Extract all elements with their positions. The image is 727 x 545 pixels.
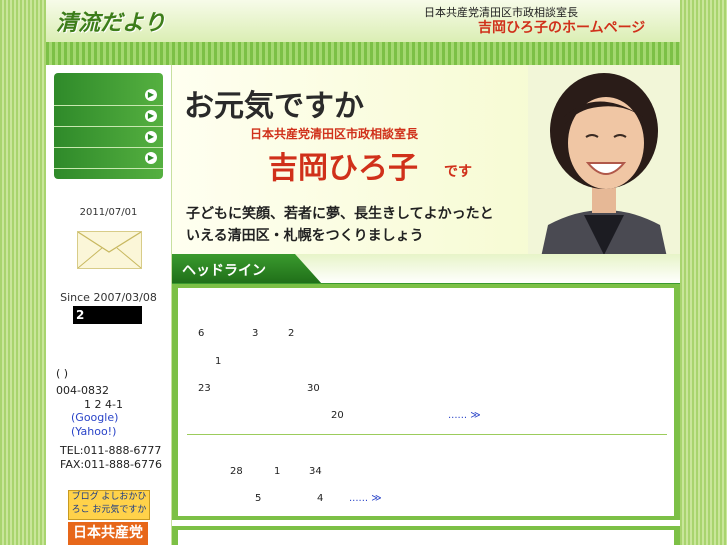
address: 1 2 4-1 xyxy=(84,398,123,411)
next-section-frame xyxy=(172,526,680,545)
news1-text: 1 xyxy=(215,356,222,367)
slogan-line-1: 子どもに笑顔、若者に夢、長生きしてよかったと xyxy=(186,206,494,222)
site-logo[interactable]: 清流だより xyxy=(56,5,166,37)
news2-text: 28 xyxy=(230,466,243,477)
left-stripe xyxy=(0,0,46,545)
header-subtitle-homepage: 吉岡ひろ子のホームページ xyxy=(478,20,646,36)
news2-text: 1 xyxy=(274,466,281,477)
news1-more-link[interactable]: ...... ≫ xyxy=(448,410,481,421)
office-paren: ( ) xyxy=(56,367,69,380)
greeting-heading: お元気ですか xyxy=(184,89,364,124)
arrow-right-icon: ▶ xyxy=(145,89,157,101)
fax-number: FAX:011-888-6776 xyxy=(60,458,163,471)
news2-more-link[interactable]: ...... ≫ xyxy=(349,493,382,504)
google-map-link[interactable]: (Google) xyxy=(71,411,118,424)
news2-text: 4 xyxy=(317,493,324,504)
arrow-right-icon: ▶ xyxy=(145,110,157,122)
next-section xyxy=(178,530,674,545)
tel-number: TEL:011-888-6777 xyxy=(60,444,162,457)
sidebar-nav-item-2[interactable]: ▶ xyxy=(54,106,163,127)
news1-text: 3 xyxy=(252,328,259,339)
news1-text: 20 xyxy=(331,410,344,421)
sidebar-nav: ▶ ▶ ▶ ▶ xyxy=(54,73,163,179)
header-strip xyxy=(46,42,680,65)
headline-content-frame: 6 3 2 1 23 30 20 ...... ≫ 28 1 34 5 4 ..… xyxy=(172,284,680,520)
yahoo-map-link[interactable]: (Yahoo!) xyxy=(71,425,116,438)
update-date: 2011/07/01 xyxy=(79,207,138,218)
hero-desu: です xyxy=(444,164,472,180)
slogan-line-2: いえる清田区・札幌をつくりましょう xyxy=(186,228,424,244)
headline-content: 6 3 2 1 23 30 20 ...... ≫ 28 1 34 5 4 ..… xyxy=(178,288,674,516)
mail-icon[interactable] xyxy=(77,231,142,269)
headline-bar: ヘッドライン xyxy=(172,254,680,286)
arrow-right-icon: ▶ xyxy=(145,131,157,143)
since-label: Since 2007/03/08 xyxy=(60,291,157,304)
jcp-banner[interactable]: 日本共産党 xyxy=(68,522,148,545)
headline-tab-label: ヘッドライン xyxy=(182,263,266,279)
sidebar: ▶ ▶ ▶ ▶ 2011/07/01 Since 2007/03/08 2 ( … xyxy=(46,65,172,545)
sidebar-nav-item-3[interactable]: ▶ xyxy=(54,127,163,148)
sidebar-nav-item-4[interactable]: ▶ xyxy=(54,148,163,169)
news1-text: 2 xyxy=(288,328,295,339)
right-stripe xyxy=(680,0,727,545)
sidebar-nav-item-1[interactable]: ▶ xyxy=(54,85,163,106)
arrow-right-icon: ▶ xyxy=(145,152,157,164)
headline-tab: ヘッドライン xyxy=(172,254,322,284)
site-header: 清流だより 日本共産党清田区市政相談室長 吉岡ひろ子のホームページ xyxy=(46,0,680,43)
news1-text: 6 xyxy=(198,328,205,339)
portrait-photo xyxy=(528,65,680,271)
visitor-counter: 2 xyxy=(73,306,142,324)
blog-banner[interactable]: ブログ よしおかひろこ お元気ですか xyxy=(68,490,150,520)
page: 清流だより 日本共産党清田区市政相談室長 吉岡ひろ子のホームページ ▶ ▶ ▶ … xyxy=(0,0,727,545)
hero: お元気ですか 日本共産党清田区市政相談室長 吉岡ひろ子 です 子どもに笑顔、若者… xyxy=(172,65,680,271)
postal-code: 004-0832 xyxy=(56,384,109,397)
news2-text: 34 xyxy=(309,466,322,477)
hero-name: 吉岡ひろ子 xyxy=(268,151,418,186)
news2-text: 5 xyxy=(255,493,262,504)
hero-role: 日本共産党清田区市政相談室長 xyxy=(250,127,419,141)
news-separator xyxy=(187,434,667,435)
news1-text: 23 xyxy=(198,383,211,394)
news1-text: 30 xyxy=(307,383,320,394)
